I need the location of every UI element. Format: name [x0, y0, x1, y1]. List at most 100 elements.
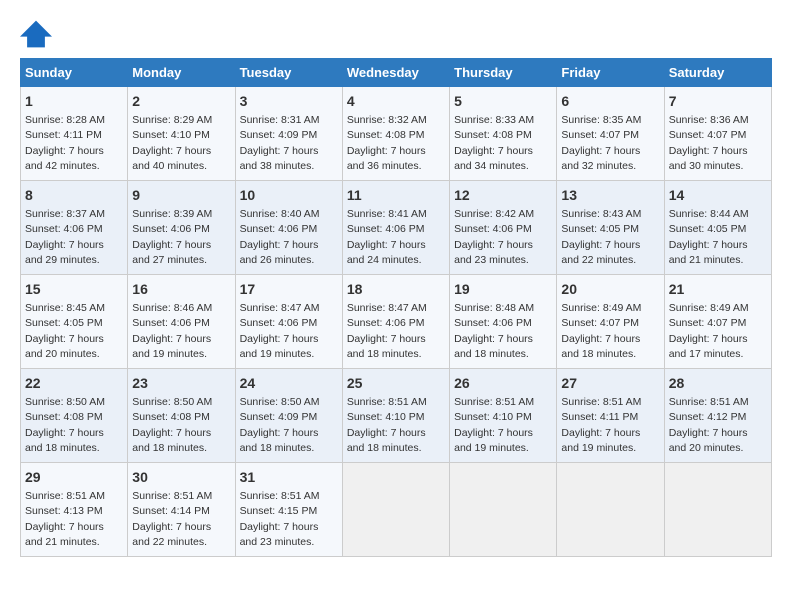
- calendar-cell: 28Sunrise: 8:51 AMSunset: 4:12 PMDayligh…: [664, 368, 771, 462]
- day-number: 31: [240, 468, 338, 487]
- calendar-cell: 14Sunrise: 8:44 AMSunset: 4:05 PMDayligh…: [664, 180, 771, 274]
- day-info: Sunrise: 8:51 AMSunset: 4:10 PMDaylight:…: [347, 396, 427, 455]
- calendar-cell: 13 Sunrise: 8:43 AMSunset: 4:05 PMDayligh…: [557, 180, 664, 274]
- day-number: 15: [25, 280, 123, 299]
- logo: [20, 20, 56, 48]
- calendar-cell: 10 Sunrise: 8:40 AMSunset: 4:06 PMDayligh…: [235, 180, 342, 274]
- day-info: Sunrise: 8:49 AMSunset: 4:07 PMDaylight:…: [669, 302, 749, 361]
- calendar-cell: 19 Sunrise: 8:48 AMSunset: 4:06 PMDayligh…: [450, 274, 557, 368]
- calendar-week-row: 22 Sunrise: 8:50 AMSunset: 4:08 PMDayligh…: [21, 368, 772, 462]
- day-info: Sunrise: 8:51 AMSunset: 4:12 PMDaylight:…: [669, 396, 749, 455]
- day-number: 11: [347, 186, 445, 205]
- weekday-header: Friday: [557, 59, 664, 87]
- calendar-cell: 16 Sunrise: 8:46 AMSunset: 4:06 PMDayligh…: [128, 274, 235, 368]
- weekday-header: Saturday: [664, 59, 771, 87]
- day-info: Sunrise: 8:43 AMSunset: 4:05 PMDaylight:…: [561, 208, 641, 267]
- weekday-header: Thursday: [450, 59, 557, 87]
- calendar-cell: 5 Sunrise: 8:33 AMSunset: 4:08 PMDaylight…: [450, 87, 557, 181]
- calendar-cell: 31 Sunrise: 8:51 AMSunset: 4:15 PMDayligh…: [235, 462, 342, 556]
- day-number: 16: [132, 280, 230, 299]
- calendar-header: SundayMondayTuesdayWednesdayThursdayFrid…: [21, 59, 772, 87]
- day-info: Sunrise: 8:50 AMSunset: 4:08 PMDaylight:…: [25, 396, 105, 455]
- day-number: 4: [347, 92, 445, 111]
- day-info: Sunrise: 8:41 AMSunset: 4:06 PMDaylight:…: [347, 208, 427, 267]
- day-number: 22: [25, 374, 123, 393]
- day-info: Sunrise: 8:51 AMSunset: 4:14 PMDaylight:…: [132, 490, 212, 549]
- day-info: Sunrise: 8:50 AMSunset: 4:09 PMDaylight:…: [240, 396, 320, 455]
- day-number: 17: [240, 280, 338, 299]
- day-info: Sunrise: 8:42 AMSunset: 4:06 PMDaylight:…: [454, 208, 534, 267]
- day-info: Sunrise: 8:32 AMSunset: 4:08 PMDaylight:…: [347, 114, 427, 173]
- day-info: Sunrise: 8:37 AMSunset: 4:06 PMDaylight:…: [25, 208, 105, 267]
- day-info: Sunrise: 8:51 AMSunset: 4:15 PMDaylight:…: [240, 490, 320, 549]
- calendar-week-row: 29Sunrise: 8:51 AMSunset: 4:13 PMDayligh…: [21, 462, 772, 556]
- calendar-week-row: 1 Sunrise: 8:28 AMSunset: 4:11 PMDaylight…: [21, 87, 772, 181]
- day-number: 5: [454, 92, 552, 111]
- day-info: Sunrise: 8:35 AMSunset: 4:07 PMDaylight:…: [561, 114, 641, 173]
- calendar-cell: 8Sunrise: 8:37 AMSunset: 4:06 PMDaylight…: [21, 180, 128, 274]
- day-info: Sunrise: 8:48 AMSunset: 4:06 PMDaylight:…: [454, 302, 534, 361]
- calendar-cell: 1 Sunrise: 8:28 AMSunset: 4:11 PMDaylight…: [21, 87, 128, 181]
- day-number: 23: [132, 374, 230, 393]
- day-number: 25: [347, 374, 445, 393]
- calendar-body: 1 Sunrise: 8:28 AMSunset: 4:11 PMDaylight…: [21, 87, 772, 557]
- calendar-cell: 24 Sunrise: 8:50 AMSunset: 4:09 PMDayligh…: [235, 368, 342, 462]
- logo-icon: [20, 20, 52, 48]
- day-info: Sunrise: 8:45 AMSunset: 4:05 PMDaylight:…: [25, 302, 105, 361]
- day-info: Sunrise: 8:33 AMSunset: 4:08 PMDaylight:…: [454, 114, 534, 173]
- day-number: 29: [25, 468, 123, 487]
- day-info: Sunrise: 8:51 AMSunset: 4:11 PMDaylight:…: [561, 396, 641, 455]
- calendar-cell: 21Sunrise: 8:49 AMSunset: 4:07 PMDayligh…: [664, 274, 771, 368]
- day-number: 24: [240, 374, 338, 393]
- day-number: 20: [561, 280, 659, 299]
- calendar-cell: 6 Sunrise: 8:35 AMSunset: 4:07 PMDaylight…: [557, 87, 664, 181]
- day-info: Sunrise: 8:28 AMSunset: 4:11 PMDaylight:…: [25, 114, 105, 173]
- day-info: Sunrise: 8:47 AMSunset: 4:06 PMDaylight:…: [240, 302, 320, 361]
- calendar-week-row: 8Sunrise: 8:37 AMSunset: 4:06 PMDaylight…: [21, 180, 772, 274]
- calendar-table: SundayMondayTuesdayWednesdayThursdayFrid…: [20, 58, 772, 557]
- page-header: [20, 20, 772, 48]
- calendar-cell: [342, 462, 449, 556]
- day-info: Sunrise: 8:47 AMSunset: 4:06 PMDaylight:…: [347, 302, 427, 361]
- day-number: 30: [132, 468, 230, 487]
- day-info: Sunrise: 8:40 AMSunset: 4:06 PMDaylight:…: [240, 208, 320, 267]
- day-info: Sunrise: 8:29 AMSunset: 4:10 PMDaylight:…: [132, 114, 212, 173]
- calendar-cell: 25 Sunrise: 8:51 AMSunset: 4:10 PMDayligh…: [342, 368, 449, 462]
- calendar-cell: 26Sunrise: 8:51 AMSunset: 4:10 PMDayligh…: [450, 368, 557, 462]
- calendar-cell: 30 Sunrise: 8:51 AMSunset: 4:14 PMDayligh…: [128, 462, 235, 556]
- calendar-week-row: 15 Sunrise: 8:45 AMSunset: 4:05 PMDayligh…: [21, 274, 772, 368]
- day-info: Sunrise: 8:50 AMSunset: 4:08 PMDaylight:…: [132, 396, 212, 455]
- calendar-cell: 22 Sunrise: 8:50 AMSunset: 4:08 PMDayligh…: [21, 368, 128, 462]
- day-info: Sunrise: 8:39 AMSunset: 4:06 PMDaylight:…: [132, 208, 212, 267]
- weekday-header: Monday: [128, 59, 235, 87]
- calendar-cell: 20 Sunrise: 8:49 AMSunset: 4:07 PMDayligh…: [557, 274, 664, 368]
- calendar-cell: [557, 462, 664, 556]
- calendar-cell: [664, 462, 771, 556]
- day-number: 10: [240, 186, 338, 205]
- day-info: Sunrise: 8:36 AMSunset: 4:07 PMDaylight:…: [669, 114, 749, 173]
- weekday-header: Sunday: [21, 59, 128, 87]
- calendar-cell: 11 Sunrise: 8:41 AMSunset: 4:06 PMDayligh…: [342, 180, 449, 274]
- day-number: 14: [669, 186, 767, 205]
- day-number: 13: [561, 186, 659, 205]
- day-number: 26: [454, 374, 552, 393]
- day-number: 12: [454, 186, 552, 205]
- day-info: Sunrise: 8:31 AMSunset: 4:09 PMDaylight:…: [240, 114, 320, 173]
- day-number: 2: [132, 92, 230, 111]
- calendar-cell: 17 Sunrise: 8:47 AMSunset: 4:06 PMDayligh…: [235, 274, 342, 368]
- calendar-cell: 27 Sunrise: 8:51 AMSunset: 4:11 PMDayligh…: [557, 368, 664, 462]
- calendar-cell: 18Sunrise: 8:47 AMSunset: 4:06 PMDayligh…: [342, 274, 449, 368]
- day-number: 1: [25, 92, 123, 111]
- day-number: 27: [561, 374, 659, 393]
- day-number: 19: [454, 280, 552, 299]
- weekday-header: Wednesday: [342, 59, 449, 87]
- day-number: 3: [240, 92, 338, 111]
- calendar-cell: 15 Sunrise: 8:45 AMSunset: 4:05 PMDayligh…: [21, 274, 128, 368]
- calendar-cell: 2 Sunrise: 8:29 AMSunset: 4:10 PMDaylight…: [128, 87, 235, 181]
- day-number: 6: [561, 92, 659, 111]
- day-info: Sunrise: 8:49 AMSunset: 4:07 PMDaylight:…: [561, 302, 641, 361]
- calendar-cell: 3 Sunrise: 8:31 AMSunset: 4:09 PMDaylight…: [235, 87, 342, 181]
- day-info: Sunrise: 8:46 AMSunset: 4:06 PMDaylight:…: [132, 302, 212, 361]
- calendar-cell: 4 Sunrise: 8:32 AMSunset: 4:08 PMDaylight…: [342, 87, 449, 181]
- calendar-cell: 9Sunrise: 8:39 AMSunset: 4:06 PMDaylight…: [128, 180, 235, 274]
